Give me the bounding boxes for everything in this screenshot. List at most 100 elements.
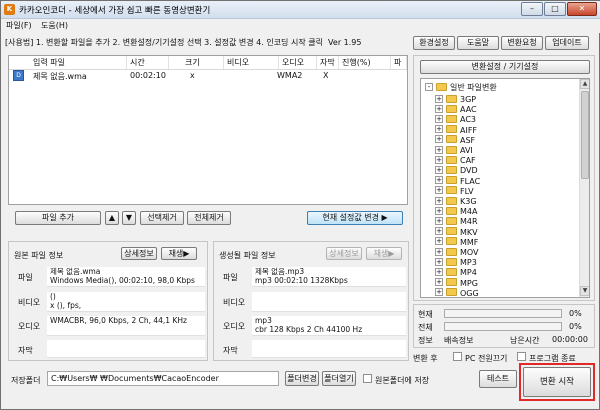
scroll-up-arrow-icon[interactable]: ▲ — [580, 79, 589, 89]
source-file-value: 제목 없음.wma Windows Media(), 00:02:10, 98,0… — [47, 267, 205, 287]
expand-icon[interactable]: + — [435, 237, 443, 246]
source-info-title: 원본 파일 정보 — [14, 251, 64, 260]
scroll-down-arrow-icon[interactable]: ▼ — [580, 286, 589, 296]
total-progress-label: 전체 — [418, 323, 433, 332]
save-folder-input[interactable]: C:₩Users₩ ₩Documents₩CacaoEncoder — [47, 371, 279, 386]
test-button[interactable]: 테스트 — [479, 370, 517, 388]
expand-icon[interactable]: + — [435, 206, 443, 215]
tree-root-general[interactable]: - 일반 파일변환 — [425, 82, 497, 94]
column-header-audio[interactable]: 오디오 — [279, 56, 317, 69]
highlight-box — [519, 363, 595, 401]
update-button[interactable]: 업데이트 — [545, 36, 589, 50]
tree-vertical-scrollbar[interactable]: ▲ ▼ — [579, 79, 589, 297]
expand-icon[interactable]: + — [435, 135, 443, 144]
expand-icon[interactable]: + — [435, 267, 443, 276]
tree-item-label: CAF — [460, 156, 476, 166]
tree-item-label: ASF — [460, 135, 476, 145]
source-file-label: 파일 — [18, 273, 33, 282]
expand-icon[interactable]: + — [435, 216, 443, 225]
expand-icon[interactable]: + — [435, 165, 443, 174]
output-video-label: 비디오 — [223, 298, 246, 307]
expand-icon[interactable]: + — [435, 247, 443, 256]
cell-subtitle: X — [323, 71, 329, 80]
move-down-button[interactable]: ▼ — [122, 211, 136, 225]
total-progress-bar — [444, 322, 562, 331]
tree-item-label: M4A — [460, 207, 478, 217]
file-list[interactable]: 입력 파일 시간 크기 비디오 오디오 자막 진행(%) 파 D 제목 없음.w… — [8, 55, 408, 205]
remove-all-button[interactable]: 전체제거 — [187, 211, 231, 225]
source-subtitle-label: 자막 — [18, 346, 33, 355]
expand-icon[interactable]: + — [435, 288, 443, 297]
expand-icon[interactable]: + — [435, 186, 443, 195]
tree-item-label: DVD — [460, 166, 478, 176]
title-bar: K 카카오인코더 - 세상에서 가장 쉽고 빠른 동영상변환기 – □ ✕ — [1, 1, 600, 19]
expand-icon[interactable]: + — [435, 145, 443, 154]
expand-icon[interactable]: + — [435, 114, 443, 123]
format-tree[interactable]: - 일반 파일변환 +3GP + AAC + AC3 + AIFF + ASF + AVI + CAF + D… — [420, 78, 590, 298]
save-to-source-checkbox[interactable] — [363, 374, 372, 383]
folder-icon — [446, 176, 457, 185]
folder-icon — [446, 237, 457, 246]
expand-icon[interactable]: + — [435, 278, 443, 287]
speed-info-label: 배속정보 — [444, 336, 474, 345]
pc-shutdown-checkbox[interactable] — [453, 352, 462, 361]
save-to-source-label[interactable]: 원본폴더에 저장 — [375, 375, 429, 386]
source-audio-label: 오디오 — [18, 322, 41, 331]
maximize-button[interactable]: □ — [544, 2, 566, 16]
column-header-video[interactable]: 비디오 — [224, 56, 279, 69]
tree-item-label: AAC — [460, 105, 477, 115]
exit-program-checkbox[interactable] — [517, 352, 526, 361]
close-button[interactable]: ✕ — [567, 2, 597, 16]
column-header-subtitle[interactable]: 자막 — [317, 56, 339, 69]
table-row[interactable]: D 제목 없음.wma 00:02:10 x WMA2 X — [9, 70, 407, 82]
change-folder-button[interactable]: 폴더변경 — [285, 371, 319, 386]
settings-header-button[interactable]: 변환설정 / 기기설정 — [420, 60, 590, 74]
folder-icon — [446, 94, 457, 103]
remaining-time-label: 남은시간 — [510, 336, 540, 345]
menu-help[interactable]: 도움(H) — [41, 20, 68, 31]
expand-icon[interactable]: + — [435, 155, 443, 164]
menu-file[interactable]: 파일(F) — [6, 20, 32, 31]
source-play-button[interactable]: 재생▶ — [161, 247, 197, 260]
folder-icon — [446, 125, 457, 134]
column-header-progress[interactable]: 진행(%) — [339, 56, 391, 69]
scroll-thumb[interactable] — [581, 91, 589, 179]
cell-audio: WMA2 — [277, 71, 303, 80]
source-info-panel: 원본 파일 정보 상세정보 재생▶ 파일 제목 없음.wma Windows Me… — [8, 241, 208, 361]
expand-icon[interactable]: + — [435, 196, 443, 205]
open-folder-button[interactable]: 폴더열기 — [322, 371, 356, 386]
expand-icon[interactable]: + — [435, 227, 443, 236]
collapse-icon[interactable]: - — [425, 82, 433, 91]
output-detail-button[interactable]: 상세정보 — [326, 247, 362, 260]
expand-icon[interactable]: + — [435, 176, 443, 185]
window-title: 카카오인코더 - 세상에서 가장 쉽고 빠른 동영상변환기 — [19, 6, 211, 16]
output-file-value: 제목 없음.mp3 mp3 00:02:10 1328Kbps — [252, 267, 406, 287]
folder-open-icon — [436, 82, 447, 91]
folder-icon — [446, 165, 457, 174]
instructions-text: [사용법] 1. 변환할 파일을 추가 2. 변환설정/기기설정 선택 3. 설… — [5, 38, 362, 47]
source-detail-button[interactable]: 상세정보 — [121, 247, 157, 260]
current-progress-bar — [444, 309, 562, 318]
column-header-input[interactable]: 입력 파일 — [9, 56, 127, 69]
source-subtitle-value — [47, 340, 205, 358]
env-settings-button[interactable]: 환경설정 — [413, 36, 455, 50]
expand-icon[interactable]: + — [435, 104, 443, 113]
expand-icon[interactable]: + — [435, 125, 443, 134]
cell-input: 제목 없음.wma — [33, 72, 87, 81]
output-play-button[interactable]: 재생▶ — [366, 247, 402, 260]
request-button[interactable]: 변환요청 — [501, 36, 543, 50]
remove-selected-button[interactable]: 선택제거 — [140, 211, 184, 225]
expand-icon[interactable]: + — [435, 257, 443, 266]
expand-icon[interactable]: + — [435, 94, 443, 103]
change-settings-button[interactable]: 현재 설정값 변경 ▶ — [307, 211, 403, 225]
column-header-time[interactable]: 시간 — [127, 56, 169, 69]
add-file-button[interactable]: 파일 추가 — [15, 211, 101, 225]
help-button[interactable]: 도움말 — [457, 36, 499, 50]
settings-panel: 변환설정 / 기기설정 - 일반 파일변환 +3GP + AAC + AC3 + AIFF + A… — [413, 55, 595, 301]
minimize-button[interactable]: – — [521, 2, 543, 16]
move-up-button[interactable]: ▲ — [105, 211, 119, 225]
column-header-extra[interactable]: 파 — [391, 56, 407, 69]
column-header-size[interactable]: 크기 — [169, 56, 224, 69]
tree-item-ogg[interactable]: + OGG — [435, 288, 479, 297]
pc-shutdown-label[interactable]: PC 전원끄기 — [465, 353, 507, 364]
